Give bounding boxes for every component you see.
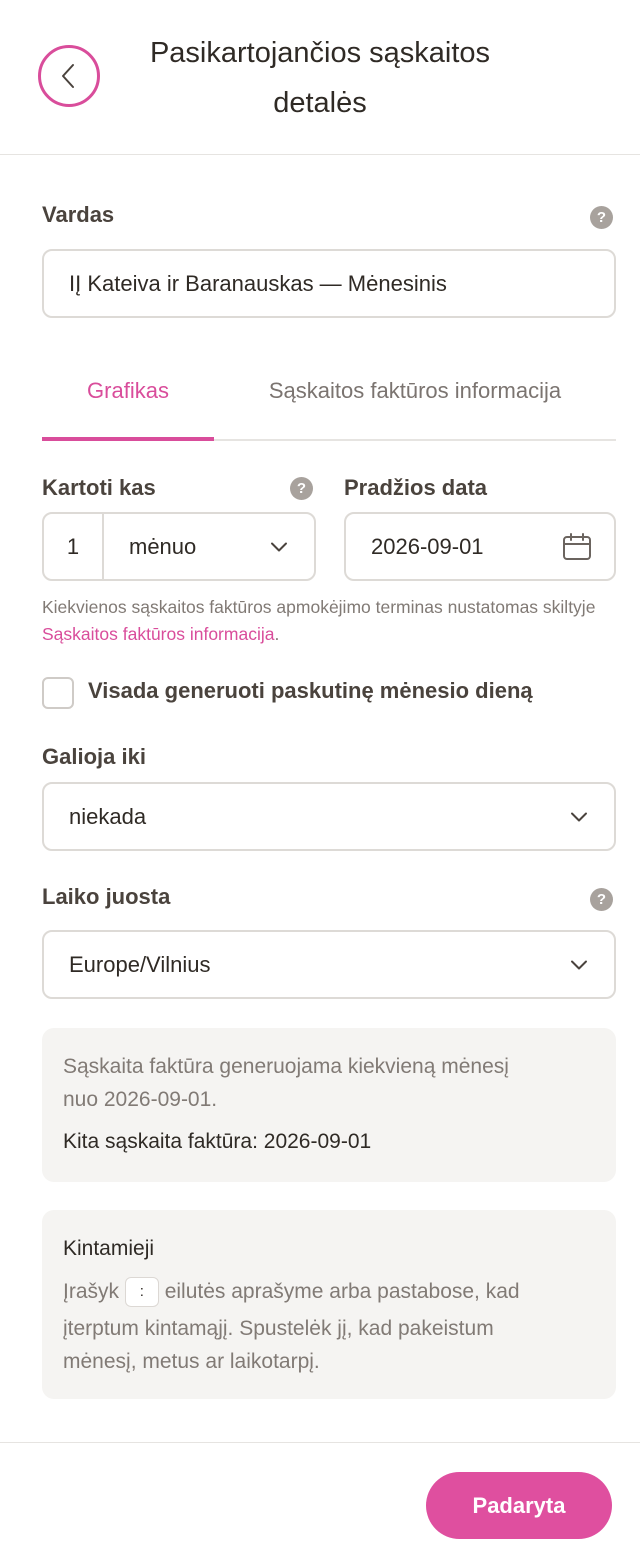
summary-line1: Sąskaita faktūra generuojama kiekvieną m… <box>63 1055 509 1078</box>
repeat-count-input[interactable]: 1 <box>44 514 104 579</box>
timezone-label: Laiko juosta <box>42 884 171 909</box>
page-title-line1: Pasikartojančios sąskaitos <box>149 37 491 69</box>
variables-line1: Įrašyk : eilutės aprašyme arba pastabose… <box>63 1275 520 1308</box>
tab-invoice-info[interactable]: Sąskaitos faktūros informacija <box>236 378 594 404</box>
valid-until-value: niekada <box>69 803 147 829</box>
help-icon[interactable]: ? <box>290 477 313 500</box>
variables-title: Kintamieji <box>63 1237 155 1260</box>
repeat-count-value: 1 <box>66 533 80 559</box>
repeat-field: 1 mėnuo <box>42 512 316 581</box>
footer-divider <box>0 1442 640 1443</box>
name-input[interactable]: IĮ Kateiva ir Baranauskas — Mėnesinis <box>42 249 616 318</box>
header: Pasikartojančios sąskaitos detalės <box>0 0 640 155</box>
due-date-hint: Kiekvienos sąskaitos faktūros apmokėjimo… <box>42 594 602 648</box>
start-date-input[interactable]: 2026-09-01 <box>344 512 616 581</box>
timezone-select[interactable]: Europe/Vilnius <box>42 930 616 999</box>
chevron-down-icon <box>571 812 587 821</box>
help-icon[interactable]: ? <box>590 888 613 911</box>
last-day-checkbox[interactable] <box>42 677 74 709</box>
last-day-label[interactable]: Visada generuoti paskutinę mėnesio dieną <box>88 678 533 704</box>
back-button[interactable] <box>38 45 100 107</box>
name-label: Vardas <box>42 202 115 227</box>
next-invoice-text: Kita sąskaita faktūra: 2026-09-01 <box>63 1130 372 1153</box>
calendar-icon[interactable] <box>562 532 592 561</box>
start-date-label: Pradžios data <box>344 475 488 500</box>
tab-schedule[interactable]: Grafikas <box>42 378 214 404</box>
name-input-value: IĮ Kateiva ir Baranauskas — Mėnesinis <box>69 270 447 296</box>
repeat-label: Kartoti kas <box>42 475 156 500</box>
repeat-unit-select[interactable]: mėnuo <box>104 514 314 579</box>
variable-code-chip: : <box>124 1277 159 1308</box>
tab-active-indicator <box>42 437 214 441</box>
invoice-info-link[interactable]: Sąskaitos faktūros informacija <box>42 624 274 644</box>
page-title-line2: detalės <box>273 87 367 119</box>
variables-text-before: Įrašyk <box>63 1280 120 1303</box>
valid-until-select[interactable]: niekada <box>42 782 616 851</box>
hint-end: . <box>274 624 280 644</box>
done-button[interactable]: Padaryta <box>426 1472 612 1539</box>
hint-text: Kiekvienos sąskaitos faktūros apmokėjimo… <box>42 597 596 617</box>
variables-line2: įterptum kintamąjį. Spustelėk jį, kad pa… <box>63 1317 494 1340</box>
chevron-down-icon <box>571 960 587 969</box>
timezone-value: Europe/Vilnius <box>69 951 211 977</box>
variables-text-after: eilutės aprašyme arba pastabose, kad <box>164 1280 520 1303</box>
schedule-summary: Sąskaita faktūra generuojama kiekvieną m… <box>42 1028 616 1182</box>
valid-until-label: Galioja iki <box>42 744 146 769</box>
start-date-value: 2026-09-01 <box>371 533 484 559</box>
variables-panel: Kintamieji Įrašyk : eilutės aprašyme arb… <box>42 1210 616 1399</box>
chevron-left-icon <box>62 64 74 88</box>
variables-line3: mėnesį, metus ar laikotarpį. <box>63 1350 320 1373</box>
repeat-unit-value: mėnuo <box>129 533 197 559</box>
chevron-down-icon <box>271 542 287 551</box>
help-icon[interactable]: ? <box>590 206 613 229</box>
summary-line2: nuo 2026-09-01. <box>63 1088 218 1111</box>
page-title: Pasikartojančios sąskaitos detalės <box>120 28 520 128</box>
